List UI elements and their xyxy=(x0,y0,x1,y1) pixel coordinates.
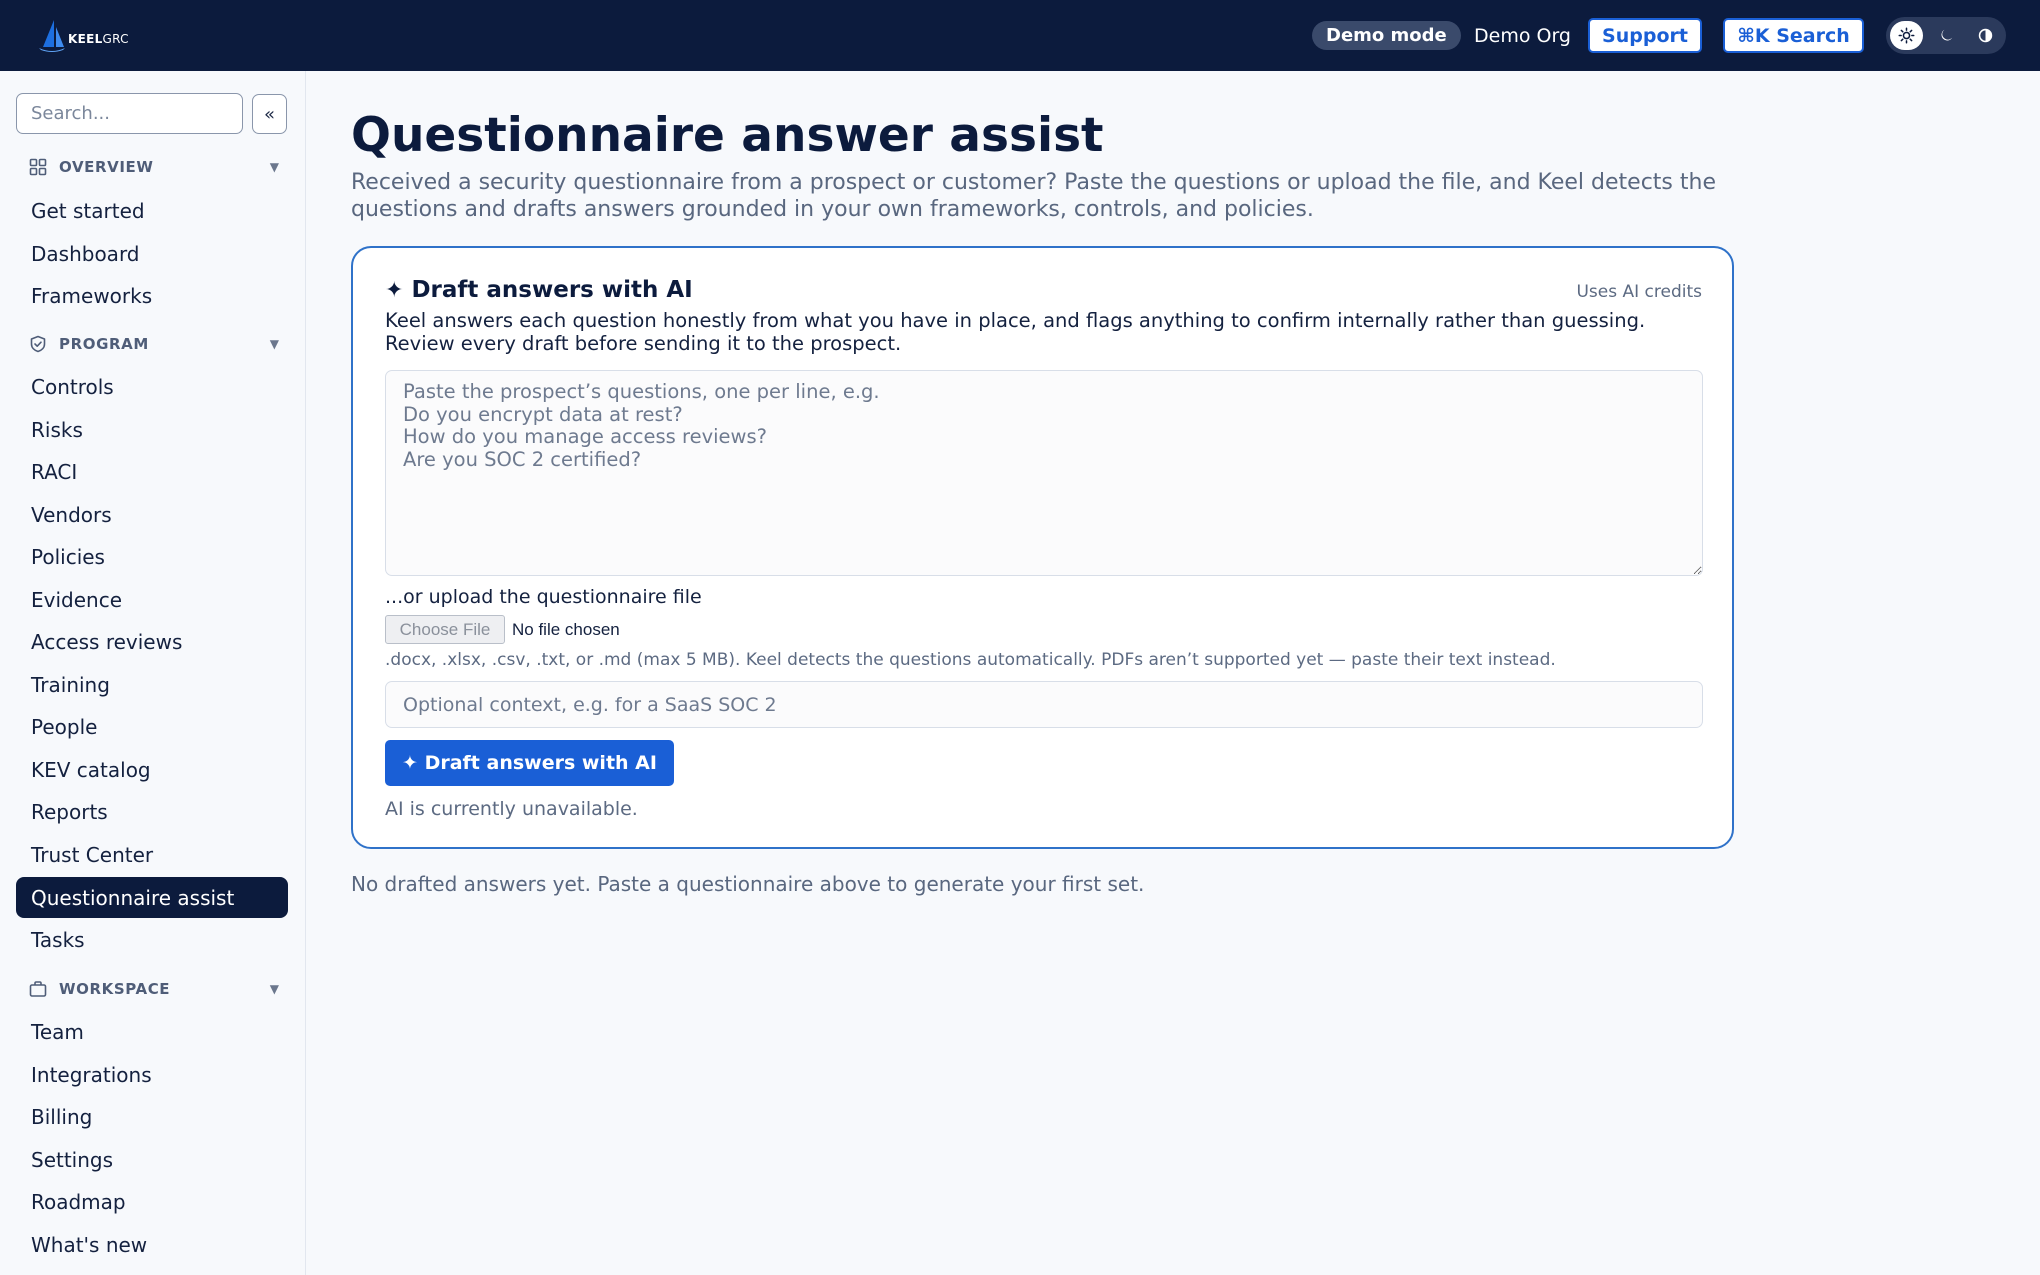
card-title: Draft answers with AI xyxy=(411,277,693,303)
sidebar-item-policies[interactable]: Policies xyxy=(16,536,288,577)
ai-status-text: AI is currently unavailable. xyxy=(385,798,638,820)
section-title: OVERVIEW xyxy=(59,158,154,176)
draft-answers-card: ✦ Draft answers with AI Uses AI credits … xyxy=(351,246,1734,849)
moon-icon xyxy=(1941,29,1952,41)
file-upload-control: Choose File No file chosen xyxy=(385,615,620,644)
support-button[interactable]: Support xyxy=(1588,18,1702,53)
empty-state-note: No drafted answers yet. Paste a question… xyxy=(351,872,1145,896)
collapse-sidebar-button[interactable]: « xyxy=(252,94,287,134)
briefcase-icon xyxy=(29,981,47,997)
sidebar-item-get-started[interactable]: Get started xyxy=(16,190,288,231)
card-description: Keel answers each question honestly from… xyxy=(385,309,1646,355)
sidebar-item-team[interactable]: Team xyxy=(16,1011,288,1052)
top-bar: KEELGRC Demo mode Demo Org Support ⌘K Se… xyxy=(0,0,2040,71)
section-workspace-header[interactable]: WORKSPACE ▼ xyxy=(29,977,279,1001)
section-title: WORKSPACE xyxy=(59,980,171,998)
section-program-header[interactable]: PROGRAM ▼ xyxy=(29,332,279,356)
demo-mode-badge: Demo mode xyxy=(1312,21,1461,50)
sail-logo-icon xyxy=(39,20,65,52)
contrast-icon xyxy=(1978,28,1993,43)
file-status: No file chosen xyxy=(512,619,620,639)
sidebar-item-whats-new[interactable]: What's new xyxy=(16,1224,288,1265)
sidebar-item-settings[interactable]: Settings xyxy=(16,1139,288,1180)
ai-credits-note: Uses AI credits xyxy=(1576,282,1702,302)
questions-textarea[interactable] xyxy=(385,370,1703,576)
sidebar-item-trust-center[interactable]: Trust Center xyxy=(16,834,288,875)
sidebar-item-tasks[interactable]: Tasks xyxy=(16,919,288,960)
sidebar-item-dashboard[interactable]: Dashboard xyxy=(16,233,288,274)
sidebar-item-vendors[interactable]: Vendors xyxy=(16,494,288,535)
sidebar-item-people[interactable]: People xyxy=(16,706,288,747)
chevron-down-icon: ▼ xyxy=(269,982,279,996)
shield-icon xyxy=(30,335,46,353)
brand-name: KEELGRC xyxy=(68,32,129,46)
sidebar-item-integrations[interactable]: Integrations xyxy=(16,1054,288,1095)
context-input[interactable] xyxy=(385,681,1703,728)
section-overview-header[interactable]: OVERVIEW ▼ xyxy=(29,155,279,179)
chevron-down-icon: ▼ xyxy=(269,160,279,174)
sidebar-item-questionnaire-assist[interactable]: Questionnaire assist xyxy=(16,877,288,918)
theme-light-button[interactable] xyxy=(1890,21,1923,50)
chevron-down-icon: ▼ xyxy=(269,337,279,351)
theme-dark-button[interactable] xyxy=(1930,21,1963,50)
page-subtitle: Received a security questionnaire from a… xyxy=(351,170,1716,222)
choose-file-button[interactable]: Choose File xyxy=(385,615,505,644)
sidebar-item-access-reviews[interactable]: Access reviews xyxy=(16,621,288,662)
sidebar-item-kev-catalog[interactable]: KEV catalog xyxy=(16,749,288,790)
upload-label: ...or upload the questionnaire file xyxy=(385,586,702,608)
sidebar-item-training[interactable]: Training xyxy=(16,664,288,705)
sidebar-item-reports[interactable]: Reports xyxy=(16,791,288,832)
sidebar-item-roadmap[interactable]: Roadmap xyxy=(16,1181,288,1222)
sidebar-item-risks[interactable]: Risks xyxy=(16,409,288,450)
sidebar-search-input[interactable] xyxy=(16,93,243,134)
theme-toggle-group xyxy=(1886,17,2006,54)
sidebar: « OVERVIEW ▼ Get started Dashboard Frame… xyxy=(0,71,306,1275)
section-title: PROGRAM xyxy=(59,335,149,353)
card-header: ✦ Draft answers with AI xyxy=(385,277,693,303)
command-search-button[interactable]: ⌘K Search xyxy=(1723,18,1864,53)
sidebar-item-frameworks[interactable]: Frameworks xyxy=(16,275,288,316)
org-switcher[interactable]: Demo Org xyxy=(1474,22,1571,50)
sun-icon xyxy=(1898,27,1915,44)
brand-logo[interactable]: KEELGRC xyxy=(38,18,129,54)
file-help-text: .docx, .xlsx, .csv, .txt, or .md (max 5 … xyxy=(385,650,1556,670)
sidebar-item-billing[interactable]: Billing xyxy=(16,1096,288,1137)
draft-answers-button[interactable]: ✦ Draft answers with AI xyxy=(385,740,674,786)
grid-icon xyxy=(29,158,47,176)
sidebar-item-controls[interactable]: Controls xyxy=(16,366,288,407)
sparkle-icon: ✦ xyxy=(385,277,404,303)
theme-contrast-button[interactable] xyxy=(1969,21,2002,50)
sidebar-item-raci[interactable]: RACI xyxy=(16,451,288,492)
page-title: Questionnaire answer assist xyxy=(351,108,1104,163)
sidebar-item-evidence[interactable]: Evidence xyxy=(16,579,288,620)
